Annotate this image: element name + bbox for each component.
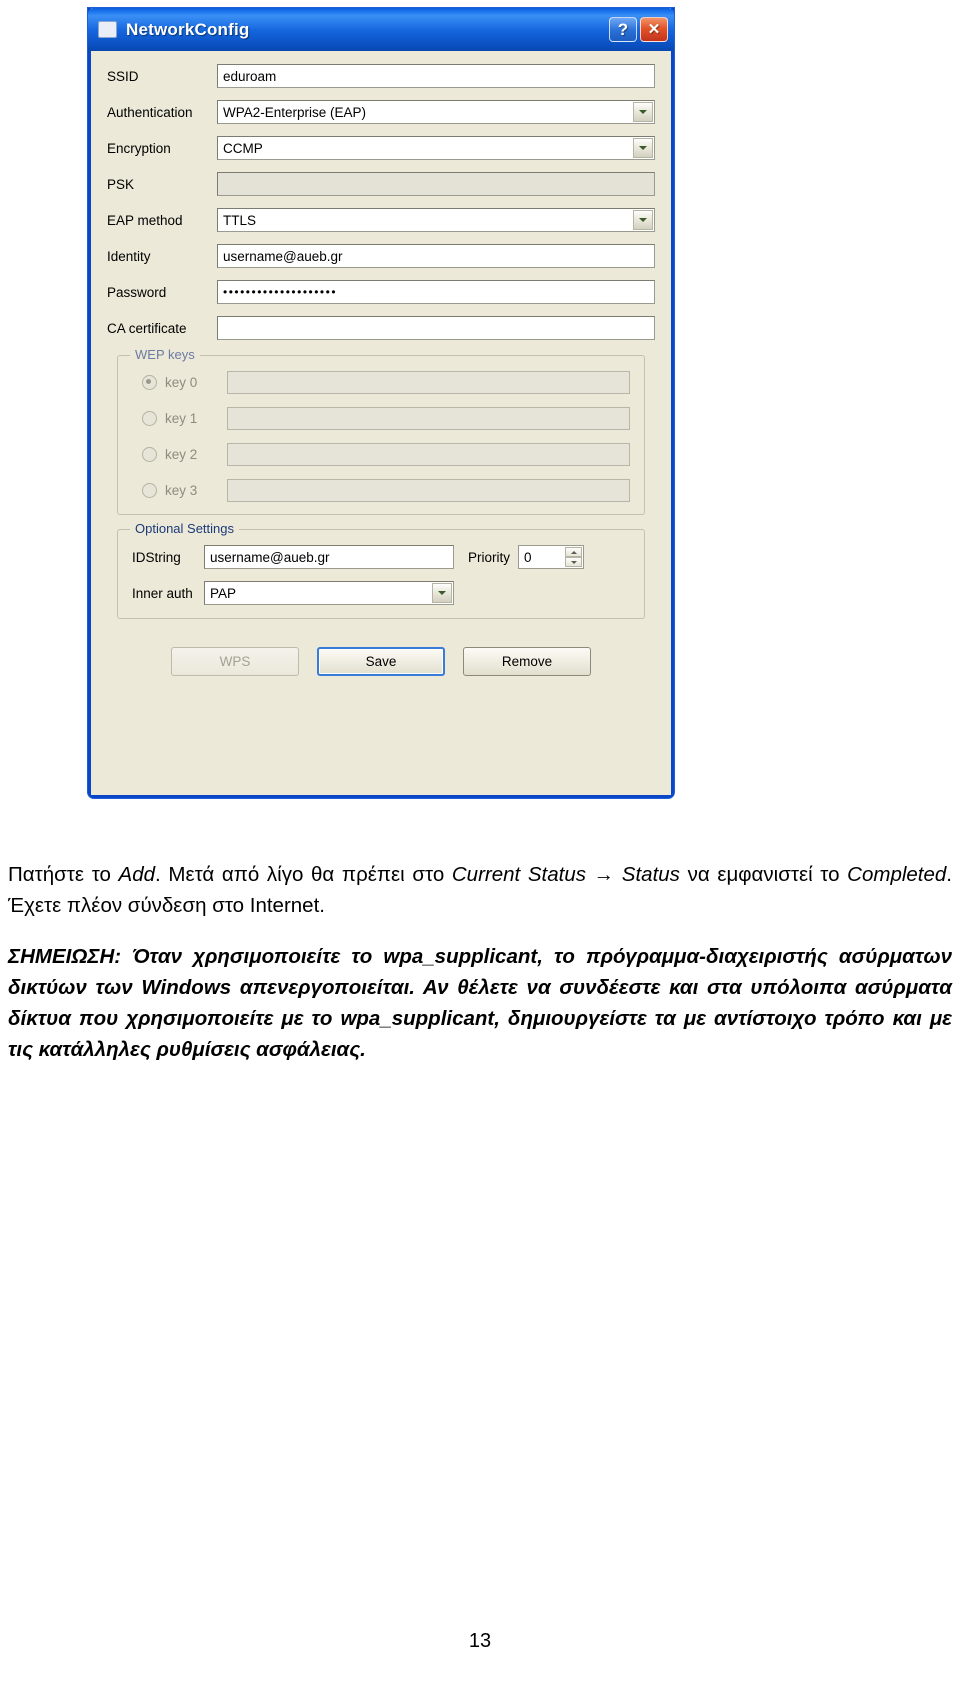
- wps-button[interactable]: WPS: [171, 647, 299, 676]
- label-identity: Identity: [107, 248, 151, 264]
- label-encryption: Encryption: [107, 140, 171, 156]
- ca-certificate-input[interactable]: [217, 316, 655, 340]
- wep-key-1-label: key 1: [165, 410, 198, 426]
- chevron-down-icon[interactable]: [432, 583, 452, 603]
- network-config-dialog-screenshot: NetworkConfig ? ✕ SSID eduroam Authentic…: [88, 8, 674, 798]
- window-titlebar[interactable]: NetworkConfig ? ✕: [88, 8, 674, 51]
- inner-auth-value: PAP: [210, 585, 237, 601]
- page-number: 13: [468, 1630, 492, 1652]
- optional-settings-group-title: Optional Settings: [130, 521, 240, 536]
- emphasis-text: Completed: [847, 862, 947, 886]
- idstring-input[interactable]: username@aueb.gr: [204, 545, 454, 569]
- wep-key-0-input: [227, 370, 630, 394]
- authentication-value: WPA2-Enterprise (EAP): [223, 104, 367, 120]
- chevron-down-icon[interactable]: [633, 102, 653, 122]
- plain-text: →: [586, 862, 622, 886]
- idstring-row: IDString username@aueb.gr Priority 0: [132, 544, 630, 570]
- field-row-encryption: Encryption CCMP: [107, 135, 655, 161]
- eap-method-value: TTLS: [223, 212, 257, 228]
- inner-auth-row: Inner auth PAP: [132, 580, 630, 606]
- encryption-value: CCMP: [223, 140, 263, 156]
- label-inner-auth: Inner auth: [132, 585, 193, 601]
- wep-key-2-label: key 2: [165, 446, 198, 462]
- field-row-ca-certificate: CA certificate: [107, 315, 655, 341]
- field-row-psk: PSK: [107, 171, 655, 197]
- priority-stepper-buttons[interactable]: [565, 547, 583, 567]
- remove-button[interactable]: Remove: [463, 647, 591, 676]
- application-icon: [98, 21, 117, 38]
- field-row-password: Password ••••••••••••••••••••: [107, 279, 655, 305]
- label-ca-certificate: CA certificate: [107, 320, 187, 336]
- close-icon: ✕: [647, 21, 661, 38]
- wep-key-0-label: key 0: [165, 374, 198, 390]
- wep-keys-group-title: WEP keys: [130, 347, 200, 362]
- wep-key-3-radio[interactable]: [142, 482, 157, 498]
- wep-key-row-3: key 3: [132, 478, 630, 502]
- wep-key-3-label: key 3: [165, 482, 198, 498]
- emphasis-text: Current Status: [451, 862, 586, 886]
- encryption-select[interactable]: CCMP: [217, 136, 655, 160]
- wep-keys-group: WEP keys key 0 key 1 key 2 key 3: [117, 347, 645, 515]
- psk-input: [217, 172, 655, 196]
- label-eap-method: EAP method: [107, 212, 183, 228]
- window-title: NetworkConfig: [126, 19, 250, 39]
- emphasis-text: Status: [621, 862, 680, 886]
- wep-key-3-input: [227, 478, 630, 502]
- dialog-body: SSID eduroam Authentication WPA2-Enterpr…: [91, 51, 671, 795]
- label-psk: PSK: [107, 176, 135, 192]
- wep-key-0-radio[interactable]: [142, 374, 157, 390]
- inner-auth-select[interactable]: PAP: [204, 581, 454, 605]
- optional-settings-group: Optional Settings IDString username@aueb…: [117, 521, 645, 619]
- wep-key-row-1: key 1: [132, 406, 630, 430]
- network-config-window: NetworkConfig ? ✕ SSID eduroam Authentic…: [88, 8, 674, 798]
- password-input[interactable]: ••••••••••••••••••••: [217, 280, 655, 304]
- wep-key-1-input: [227, 406, 630, 430]
- help-button[interactable]: ?: [609, 17, 637, 42]
- plain-text: Πατήστε το: [8, 862, 119, 886]
- eap-method-select[interactable]: TTLS: [217, 208, 655, 232]
- dialog-button-bar: WPS Save Remove: [107, 647, 655, 676]
- priority-stepper[interactable]: 0: [518, 545, 585, 569]
- field-row-ssid: SSID eduroam: [107, 63, 655, 89]
- stepper-up-icon[interactable]: [565, 547, 583, 557]
- plain-text: . Μετά από λίγο θα πρέπει στο: [155, 862, 452, 886]
- ssid-input[interactable]: eduroam: [217, 64, 655, 88]
- authentication-select[interactable]: WPA2-Enterprise (EAP): [217, 100, 655, 124]
- label-authentication: Authentication: [107, 104, 193, 120]
- wep-key-row-0: key 0: [132, 370, 630, 394]
- note-paragraph: ΣΗΜΕΙΩΣΗ: Όταν χρησιμοποιείτε το wpa_sup…: [8, 944, 952, 1061]
- wep-key-2-input: [227, 442, 630, 466]
- label-priority: Priority: [468, 549, 511, 565]
- label-idstring: IDString: [132, 549, 181, 565]
- instruction-paragraph: Πατήστε το Add. Μετά από λίγο θα πρέπει …: [8, 859, 952, 921]
- save-button[interactable]: Save: [317, 647, 445, 676]
- priority-value: 0: [524, 549, 532, 565]
- close-button[interactable]: ✕: [640, 17, 668, 42]
- plain-text: να εμφανιστεί το: [679, 862, 848, 886]
- chevron-down-icon[interactable]: [633, 210, 653, 230]
- emphasis-text: Add: [118, 862, 156, 886]
- field-row-authentication: Authentication WPA2-Enterprise (EAP): [107, 99, 655, 125]
- field-row-identity: Identity username@aueb.gr: [107, 243, 655, 269]
- wep-key-1-radio[interactable]: [142, 410, 157, 426]
- wep-key-row-2: key 2: [132, 442, 630, 466]
- label-password: Password: [107, 284, 167, 300]
- wep-key-2-radio[interactable]: [142, 446, 157, 462]
- chevron-down-icon[interactable]: [633, 138, 653, 158]
- identity-input[interactable]: username@aueb.gr: [217, 244, 655, 268]
- field-row-eap-method: EAP method TTLS: [107, 207, 655, 233]
- stepper-down-icon[interactable]: [565, 557, 583, 567]
- label-ssid: SSID: [107, 68, 139, 84]
